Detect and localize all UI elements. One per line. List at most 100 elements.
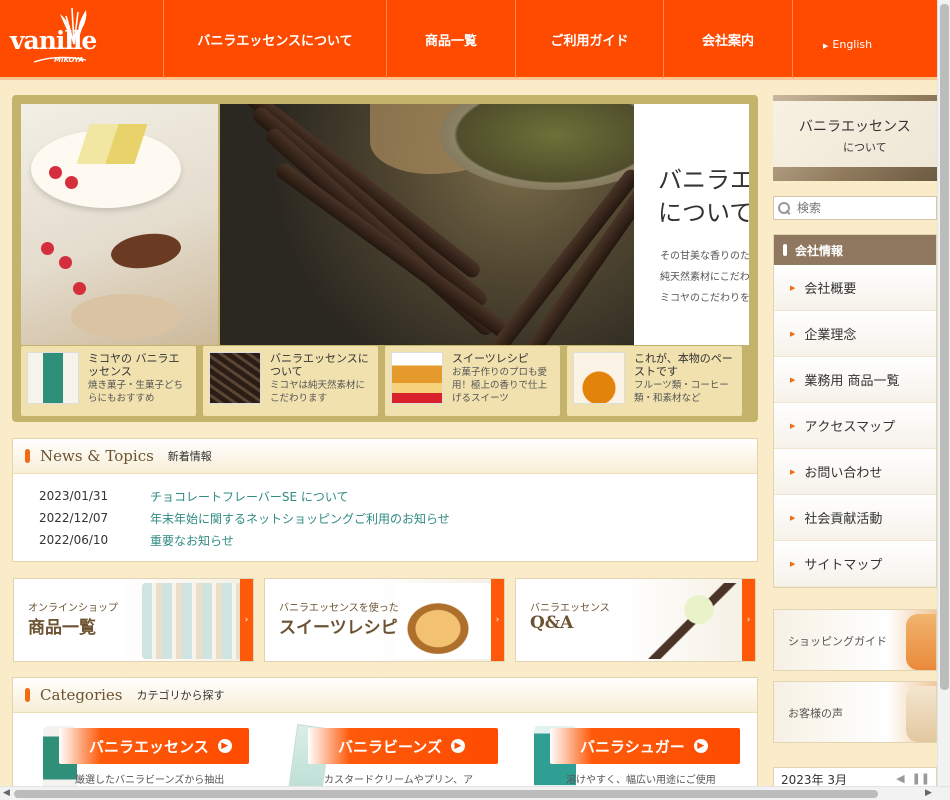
horizontal-scroll-thumb[interactable] (14, 790, 878, 798)
heading-marker-icon (25, 688, 30, 702)
triangle-right-icon: ▶ (790, 375, 796, 384)
news-item: 2022/06/10 重要なお知らせ (39, 529, 757, 551)
horizontal-scrollbar[interactable]: ◀ ▶ (0, 786, 950, 800)
hero-title-line1: バニラエッセンス (658, 166, 749, 194)
sidebar-item-label: 企業理念 (804, 328, 857, 343)
nav-vanilla-essence[interactable]: バニラエッセンスについて (163, 0, 386, 78)
nav-english[interactable]: ▶ English (792, 0, 937, 78)
sidebar-about-banner[interactable]: バニラエッセンス について (773, 95, 937, 181)
category-desc: カスタードクリームやプリン、ア (324, 775, 474, 786)
powder-shape (71, 294, 181, 339)
category-label: バニラビーンズ (338, 737, 442, 756)
hero-tab-desc: お菓子作りのプロも愛用！極上の香りで仕上げるスイーツ (452, 367, 548, 404)
vanilla-pod-shape (272, 160, 518, 344)
chevron-left-icon[interactable]: ◀ (896, 772, 904, 785)
staff-photo-image (906, 614, 936, 670)
banner-small-text: オンラインショップ (28, 603, 118, 614)
logo-wordmark: vanille (10, 26, 97, 55)
sidebar-item-philosophy[interactable]: ▶ 企業理念 (774, 311, 936, 357)
hero-desc-line: 純天然素材にこだわり (660, 272, 749, 283)
logo-subtext: MIKOYA (54, 56, 84, 64)
category-label: バニラシュガー (580, 737, 685, 756)
ribbon-shape (107, 226, 185, 276)
product-bottles-image (142, 583, 242, 659)
company-menu: 会社情報 ▶ 会社概要 ▶ 企業理念 ▶ 業務用 商品一覧 ▶ アクセスマップ ▶ お問い… (773, 234, 937, 588)
search-icon (778, 201, 791, 215)
hero-vanilla-pods-image (220, 104, 634, 345)
banner-recipes[interactable]: バニラエッセンスを使った スイーツレシピ › (264, 578, 505, 662)
essence-bottle-thumbnail (27, 352, 79, 404)
vanille-logo[interactable]: vanille MIKOYA (8, 6, 100, 72)
search-input[interactable] (797, 201, 927, 215)
nav-guide[interactable]: ご利用ガイド (515, 0, 663, 78)
news-title-jp: 新着情報 (167, 450, 212, 463)
calendar-month: 2023年 3月 (781, 773, 847, 787)
scroll-left-icon[interactable]: ◀ (3, 788, 10, 798)
news-date: 2022/06/10 (39, 533, 109, 547)
triangle-right-icon: ▶ (790, 329, 796, 338)
category-desc: 溶けやすく、幅広い用途にご使用 (566, 775, 716, 786)
shopping-guide-label: ショッピングガイド (788, 635, 887, 648)
arrow-right-icon: › (240, 579, 253, 661)
sidebar-item-csr[interactable]: ▶ 社会貢献活動 (774, 495, 936, 541)
news-link[interactable]: 年末年始に関するネットショッピングご利用のお知らせ (150, 510, 450, 527)
news-link[interactable]: 重要なお知らせ (150, 532, 234, 549)
banner-products[interactable]: オンラインショップ 商品一覧 › (13, 578, 254, 662)
raspberry-shape (59, 256, 72, 269)
scroll-right-icon[interactable]: ▶ (925, 788, 932, 798)
banner-qa[interactable]: バニラエッセンス Q&A › (515, 578, 756, 662)
hero-desc-line: ミコヤのこだわりをご紹介 (660, 293, 749, 304)
vertical-scrollbar[interactable] (937, 0, 950, 786)
vanilla-pods-thumbnail (209, 352, 261, 404)
news-title-en: News & Topics (40, 447, 154, 465)
category-beans-button[interactable]: バニラビーンズ ▶ (308, 728, 498, 764)
shopping-guide-banner[interactable]: ショッピングガイド (773, 609, 937, 671)
sidebar-item-label: 会社概要 (804, 282, 857, 297)
customer-voice-banner[interactable]: お客様の声 (773, 681, 937, 743)
categories-title-jp: カテゴリから探す (136, 689, 225, 702)
news-link[interactable]: チョコレートフレーバーSE について (150, 488, 349, 505)
hero-desc-line: その甘美な香りのために (660, 251, 749, 262)
hero-tab-essence[interactable]: ミコヤの バニラエッセンス 焼き菓子・生菓子どちらにもおすすめ (21, 346, 196, 416)
sidebar-item-sitemap[interactable]: ▶ サイトマップ (774, 541, 936, 587)
categories-panel: Categories カテゴリから探す バニラエッセンス ▶ 厳選したバニラビーン… (12, 677, 758, 800)
nav-english-label: English (832, 38, 873, 51)
sidebar-about-subtitle: について (843, 141, 887, 154)
category-desc: 厳選したバニラビーンズから抽出 (75, 775, 225, 786)
banner-small-text: バニラエッセンスを使った (279, 603, 399, 614)
sidebar-item-label: 業務用 商品一覧 (804, 374, 900, 389)
pause-icon[interactable]: ❚❚ (912, 772, 930, 785)
news-date: 2023/01/31 (39, 489, 109, 503)
calendar-nav: ◀ ❚❚ (896, 772, 930, 785)
hero-tab-recipes[interactable]: スイーツレシピ お菓子作りのプロも愛用！極上の香りで仕上げるスイーツ (385, 346, 560, 416)
triangle-right-icon: ▶ (790, 559, 796, 568)
hero-title-line2: について (658, 199, 749, 227)
news-date: 2022/12/07 (39, 511, 109, 525)
hero-tabs: ミコヤの バニラエッセンス 焼き菓子・生菓子どちらにもおすすめ バニラエッセンスに… (21, 346, 749, 416)
hero-caption: バニラエッセンス について その甘美な香りのために 純天然素材にこだわり ミコヤ… (634, 104, 749, 345)
nav-company[interactable]: 会社案内 (663, 0, 792, 78)
honey-spoon-thumbnail (573, 352, 625, 404)
raspberry-shape (73, 282, 86, 295)
sidebar-item-business-products[interactable]: ▶ 業務用 商品一覧 (774, 357, 936, 403)
hero-tab-paste[interactable]: これが、本物のペーストです フルーツ類・コーヒー類・和素材など (567, 346, 742, 416)
heading-marker-icon (783, 244, 787, 256)
hero-title: バニラエッセンス について (658, 164, 749, 230)
category-sugar-button[interactable]: バニラシュガー ▶ (550, 728, 740, 764)
triangle-right-icon: ▶ (790, 283, 796, 292)
triangle-right-icon: ▶ (823, 42, 829, 50)
category-essence-button[interactable]: バニラエッセンス ▶ (59, 728, 249, 764)
hero-description: その甘美な香りのために 純天然素材にこだわり ミコヤのこだわりをご紹介 (660, 246, 749, 309)
nav-products[interactable]: 商品一覧 (386, 0, 515, 78)
vertical-scroll-thumb[interactable] (940, 4, 949, 690)
site-header: vanille MIKOYA バニラエッセンスについて 商品一覧 ご利用ガイド … (0, 0, 937, 80)
customer-photo-image (906, 686, 936, 742)
sidebar-item-contact[interactable]: ▶ お問い合わせ (774, 449, 936, 495)
hero-tab-about[interactable]: バニラエッセンスについて ミコヤは純天然素材にこだわります (203, 346, 378, 416)
arrow-circle-icon: ▶ (217, 739, 232, 753)
banner-small-text: バニラエッセンス (530, 603, 610, 614)
news-item: 2022/12/07 年末年始に関するネットショッピングご利用のお知らせ (39, 507, 757, 529)
sidebar-item-company-profile[interactable]: ▶ 会社概要 (774, 265, 936, 311)
categories-header: Categories カテゴリから探す (13, 678, 757, 713)
sidebar-item-access-map[interactable]: ▶ アクセスマップ (774, 403, 936, 449)
